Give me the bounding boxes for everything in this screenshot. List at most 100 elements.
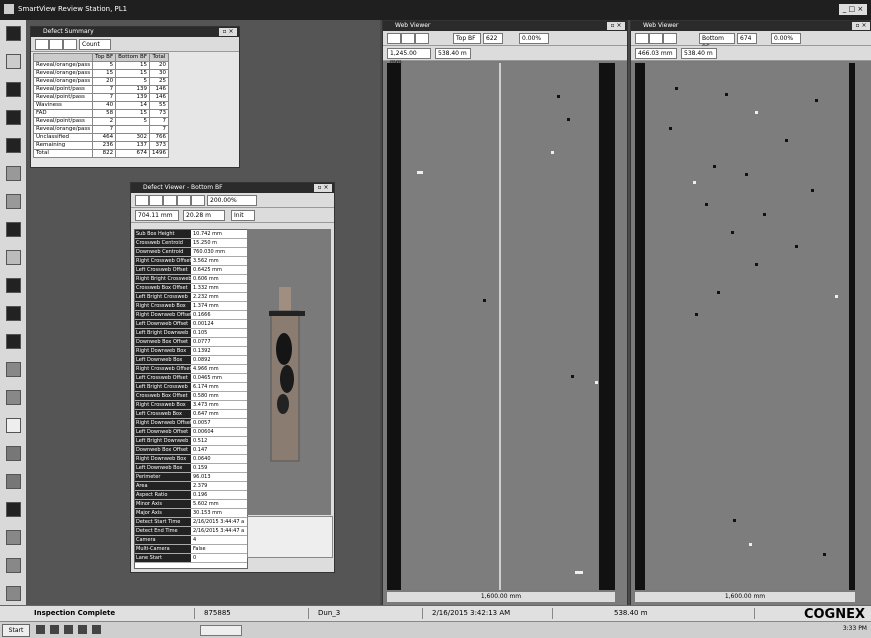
defect-marker[interactable]	[713, 165, 716, 168]
defect-marker[interactable]	[725, 93, 728, 96]
web-viewer-icon[interactable]	[6, 138, 21, 153]
defect-marker[interactable]	[669, 127, 672, 130]
summary-row[interactable]: Reveal/orange/pass 15 15 30	[32, 69, 169, 78]
property-row[interactable]: Right Downweb Box 0.0640	[135, 455, 247, 464]
property-row[interactable]: Right Downweb Offset 0.0057	[135, 419, 247, 428]
init-button[interactable]: Init	[231, 210, 255, 221]
property-row[interactable]: Right Crossweb Box 3.473 mm	[135, 401, 247, 410]
count-dropdown[interactable]: Count	[79, 39, 111, 50]
taskbar-app-icon[interactable]	[78, 625, 87, 634]
color-icon[interactable]	[163, 195, 177, 206]
summary-row[interactable]: Reveal/point/pass 7 139 146	[32, 93, 169, 102]
defect-marker[interactable]	[695, 313, 698, 316]
summary-row[interactable]: Total 822 674 1496	[32, 149, 169, 158]
start-button[interactable]: Start	[2, 624, 30, 637]
summary-row[interactable]: Reveal/orange/pass 20 5 25	[32, 77, 169, 86]
property-row[interactable]: Left Downweb Offset 0.00124	[135, 320, 247, 329]
defect-marker[interactable]	[745, 173, 748, 176]
color-icon[interactable]	[649, 33, 663, 44]
close-icon[interactable]: ▫ ×	[852, 22, 870, 30]
copy-icon[interactable]	[191, 195, 205, 206]
arrow-icon[interactable]	[135, 195, 149, 206]
property-row[interactable]: Right Crossweb Offset 3.562 mm	[135, 257, 247, 266]
taskbar-app-icon[interactable]	[64, 625, 73, 634]
color-icon[interactable]	[49, 39, 63, 50]
property-row[interactable]: Crossweb Box Offset 0.580 mm	[135, 392, 247, 401]
defect-marker[interactable]	[595, 381, 598, 384]
property-row[interactable]: Left Downweb Offset 0.00604	[135, 428, 247, 437]
map-icon[interactable]	[6, 222, 21, 237]
property-row[interactable]: Right Crossweb Offset 4.966 mm	[135, 365, 247, 374]
defect-marker[interactable]	[795, 245, 798, 248]
summary-row[interactable]: Waviness 40 14 55	[32, 101, 169, 110]
report-icon[interactable]	[6, 306, 21, 321]
property-row[interactable]: Crossweb Centroid 15.250 m	[135, 239, 247, 248]
defect-marker[interactable]	[675, 87, 678, 90]
blank-icon[interactable]	[6, 418, 21, 433]
new-icon[interactable]	[387, 33, 401, 44]
defect-marker[interactable]	[717, 291, 720, 294]
summary-column-header[interactable]: Total	[148, 53, 169, 62]
defect-marker[interactable]	[763, 213, 766, 216]
property-row[interactable]: Lane Start 0	[135, 554, 247, 563]
new-icon[interactable]	[149, 195, 163, 206]
summary-column-header[interactable]	[32, 53, 94, 62]
defect-marker[interactable]	[575, 571, 583, 574]
property-row[interactable]: Detect End Time 2/16/2015 3:44:47 a	[135, 527, 247, 536]
property-row[interactable]: Left Bright Downweb 0.512	[135, 437, 247, 446]
summary-row[interactable]: Remaining 236 137 373	[32, 141, 169, 150]
recipe-icon[interactable]	[6, 530, 21, 545]
summary-row[interactable]: Reveal/point/pass 7 139 146	[32, 85, 169, 94]
chart-icon[interactable]	[663, 33, 677, 44]
sound-icon[interactable]	[6, 558, 21, 573]
close-icon[interactable]: ▫ ×	[607, 22, 625, 30]
taskbar-app-icon[interactable]	[36, 625, 45, 634]
close-icon[interactable]: ▫ ×	[219, 28, 237, 36]
property-row[interactable]: Right Downweb Offset 0.1666	[135, 311, 247, 320]
defect-marker[interactable]	[733, 519, 736, 522]
summary-column-header[interactable]: Bottom BF	[115, 53, 150, 62]
defect-marker[interactable]	[557, 95, 560, 98]
defect-marker[interactable]	[835, 295, 838, 298]
summary-view-icon[interactable]	[6, 82, 21, 97]
property-row[interactable]: Downweb Centroid 760.030 mm	[135, 248, 247, 257]
settings-icon[interactable]	[6, 502, 21, 517]
lane-dropdown[interactable]: Bottom BF	[699, 33, 735, 51]
chart-icon[interactable]	[63, 39, 77, 50]
defect-marker[interactable]	[571, 375, 574, 378]
property-list[interactable]: Sub Box Height 10.742 mm Crossweb Centroid…	[134, 229, 248, 569]
zoom-icon[interactable]	[6, 250, 21, 265]
trend-icon[interactable]	[6, 194, 21, 209]
close-icon[interactable]: ▫ ×	[314, 184, 332, 192]
property-row[interactable]: Detect Start Time 2/16/2015 3:44:47 a	[135, 518, 247, 527]
property-row[interactable]: Downweb Box Offset 0.0777	[135, 338, 247, 347]
chart-icon[interactable]	[415, 33, 429, 44]
defect-marker[interactable]	[693, 181, 696, 184]
property-row[interactable]: Major Axis 30.153 mm	[135, 509, 247, 518]
print-icon[interactable]	[177, 195, 191, 206]
defect-marker[interactable]	[755, 263, 758, 266]
taskbar-window-button[interactable]	[200, 625, 242, 636]
property-row[interactable]: Minor Axis 5.602 mm	[135, 500, 247, 509]
defect-marker[interactable]	[811, 189, 814, 192]
property-row[interactable]: Sub Box Height 10.742 mm	[135, 230, 247, 239]
property-row[interactable]: Left Crossweb Offset 0.6425 mm	[135, 266, 247, 275]
property-row[interactable]: Perimeter 96.013	[135, 473, 247, 482]
property-row[interactable]: Multi-Camera False	[135, 545, 247, 554]
export-icon[interactable]	[6, 446, 21, 461]
exit-icon[interactable]	[6, 586, 21, 601]
summary-row[interactable]: Reveal/orange/pass 5 15 20	[32, 61, 169, 70]
color-icon[interactable]	[401, 33, 415, 44]
property-row[interactable]: Right Crossweb Box 1.374 mm	[135, 302, 247, 311]
defect-marker[interactable]	[815, 99, 818, 102]
chart-icon[interactable]	[6, 166, 21, 181]
summary-column-header[interactable]: Top BF	[92, 53, 117, 62]
zoom-value[interactable]: 0.00%	[519, 33, 549, 44]
property-row[interactable]: Left Downweb Box 0.159	[135, 464, 247, 473]
property-row[interactable]: Left Downweb Box 0.0892	[135, 356, 247, 365]
property-row[interactable]: Left Bright Crossweb 6.174 mm	[135, 383, 247, 392]
defect-marker[interactable]	[823, 553, 826, 556]
defect-marker[interactable]	[731, 231, 734, 234]
summary-row[interactable]: FAD 58 15 73	[32, 109, 169, 118]
property-row[interactable]: Area 2.379	[135, 482, 247, 491]
